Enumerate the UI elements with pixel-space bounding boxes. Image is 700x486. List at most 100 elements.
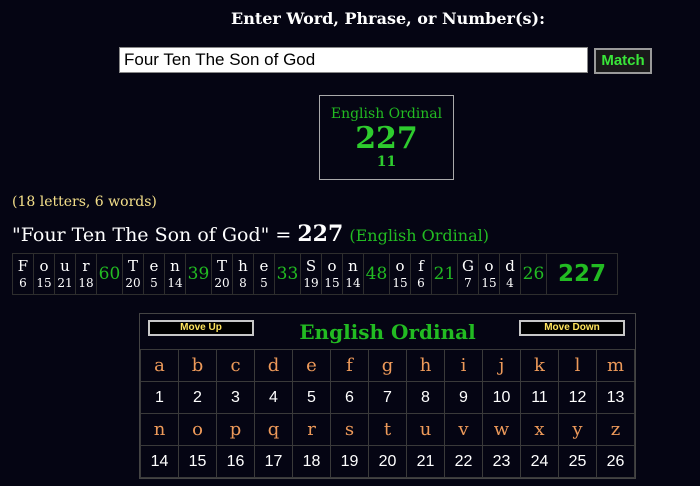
summary-value: 227: [297, 221, 344, 247]
breakdown-letter: n: [348, 257, 358, 275]
result-summary: "Four Ten The Son of God" = 227 (English…: [12, 221, 489, 247]
alphabet-value-row: 14 15 16 17 18 19 20 21 22 23 24 25 26: [140, 445, 635, 478]
breakdown-row: F 6 o 15 u 21 r 18 60 T 20 e 5 n 14 39 T 20 h 8 e 5 33 S 19 o 15 n 1…: [12, 253, 618, 295]
alphabet-letter: b: [178, 349, 217, 382]
alphabet-letter: l: [558, 349, 597, 382]
alphabet-value: 14: [140, 445, 179, 478]
breakdown-letter: r: [82, 257, 90, 275]
breakdown-letter-value: 7: [464, 276, 472, 290]
breakdown-letter-value: 15: [324, 276, 340, 290]
alphabet-value: 2: [178, 381, 217, 414]
breakdown-letter: o: [395, 257, 405, 275]
alphabet-value: 7: [368, 381, 407, 414]
phrase-input[interactable]: [119, 47, 588, 73]
breakdown-letter-value: 5: [150, 276, 158, 290]
breakdown-letter-cell: e5: [253, 253, 275, 295]
breakdown-letter-value: 15: [392, 276, 408, 290]
breakdown-letter: u: [60, 257, 70, 275]
breakdown-letter-cell: r 18: [75, 253, 97, 295]
alphabet-value: 19: [330, 445, 369, 478]
alphabet-letter: o: [178, 413, 217, 446]
alphabet-letter: y: [558, 413, 597, 446]
breakdown-letter: o: [39, 257, 49, 275]
breakdown-letter: n: [170, 257, 180, 275]
breakdown-letter: e: [149, 257, 159, 275]
breakdown-letter-cell: G7: [457, 253, 479, 295]
alphabet-letter: x: [520, 413, 559, 446]
alphabet-value: 15: [178, 445, 217, 478]
alphabet-value: 5: [292, 381, 331, 414]
breakdown-letter-cell: o 15: [33, 253, 55, 295]
breakdown-letter: G: [462, 257, 474, 275]
alphabet-letter: w: [482, 413, 521, 446]
alphabet-value: 13: [596, 381, 635, 414]
breakdown-letter-cell: T 20: [122, 253, 144, 295]
breakdown-letter-value: 20: [214, 276, 230, 290]
alphabet-letter: z: [596, 413, 635, 446]
breakdown-letter-value: 15: [36, 276, 52, 290]
breakdown-letter: S: [305, 257, 317, 275]
alphabet-letter: i: [444, 349, 483, 382]
breakdown-word-total: 21: [431, 253, 458, 295]
breakdown-letter-value: 21: [57, 276, 73, 290]
breakdown-letter-cell: n 14: [342, 253, 364, 295]
breakdown-letter: d: [505, 257, 515, 275]
alphabet-value: 21: [406, 445, 445, 478]
breakdown-word-total: 39: [185, 253, 212, 295]
move-down-button[interactable]: Move Down: [519, 320, 625, 336]
alphabet-value: 11: [520, 381, 559, 414]
alphabet-letter: n: [140, 413, 179, 446]
cipher-alphabet-table: a b c d e f g h i j k l m 1 2 3 4 5 6 7 8 9 10 11 12 13 n o p q r s t u v w…: [140, 349, 635, 478]
cipher-chart-panel: Move Up English Ordinal Move Down abcdef…: [139, 313, 636, 479]
alphabet-value: 8: [406, 381, 445, 414]
letter-breakdown-table: F 6 o 15 u 21 r 18 60 T 20 e 5 n 14 39 T 20 h 8 e 5 33 S 19 o 15 n 1…: [12, 253, 618, 295]
breakdown-letter: o: [327, 257, 337, 275]
alphabet-letter: t: [368, 413, 407, 446]
alphabet-letter: s: [330, 413, 369, 446]
alphabet-value: 22: [444, 445, 483, 478]
breakdown-word-total: 33: [274, 253, 301, 295]
breakdown-letter: T: [127, 257, 138, 275]
alphabet-value: 23: [482, 445, 521, 478]
summary-cipher: (English Ordinal): [349, 226, 489, 245]
breakdown-letter-cell: o 15: [321, 253, 343, 295]
breakdown-letter: F: [17, 257, 29, 275]
breakdown-letter-cell: o 15: [478, 253, 500, 295]
breakdown-letter: f: [418, 257, 424, 275]
alphabet-letter: f: [330, 349, 369, 382]
alphabet-value: 18: [292, 445, 331, 478]
summary-equals: =: [269, 224, 298, 246]
breakdown-letter: e: [259, 257, 269, 275]
alphabet-value: 12: [558, 381, 597, 414]
alphabet-letter: e: [292, 349, 331, 382]
alphabet-value: 1: [140, 381, 179, 414]
result-box[interactable]: English Ordinal 227 11: [319, 95, 454, 180]
breakdown-letter-value: 6: [417, 276, 425, 290]
alphabet-letter: g: [368, 349, 407, 382]
breakdown-letter-cell: f6: [410, 253, 432, 295]
breakdown-letter-value: 14: [345, 276, 361, 290]
breakdown-letter-cell: e5: [143, 253, 165, 295]
alphabet-letter-row: abcdefghijklm: [140, 349, 635, 382]
breakdown-letter-cell: n 14: [164, 253, 186, 295]
alphabet-value: 6: [330, 381, 369, 414]
result-cipher-name: English Ordinal: [330, 106, 443, 122]
breakdown-letter-cell: T 20: [211, 253, 233, 295]
alphabet-value: 17: [254, 445, 293, 478]
breakdown-letter: h: [238, 257, 248, 275]
alphabet-letter: q: [254, 413, 293, 446]
match-button[interactable]: Match: [594, 48, 652, 74]
alphabet-value: 16: [216, 445, 255, 478]
letter-word-count: (18 letters, 6 words): [12, 194, 157, 210]
alphabet-value: 25: [558, 445, 597, 478]
breakdown-letter-value: 18: [78, 276, 94, 290]
breakdown-word-total: 26: [520, 253, 547, 295]
alphabet-letter: a: [140, 349, 179, 382]
breakdown-letter: o: [484, 257, 494, 275]
alphabet-letter: h: [406, 349, 445, 382]
alphabet-value: 3: [216, 381, 255, 414]
alphabet-letter: v: [444, 413, 483, 446]
alphabet-value: 10: [482, 381, 521, 414]
page-prompt: Enter Word, Phrase, or Number(s):: [231, 9, 545, 28]
breakdown-letter-value: 19: [303, 276, 319, 290]
